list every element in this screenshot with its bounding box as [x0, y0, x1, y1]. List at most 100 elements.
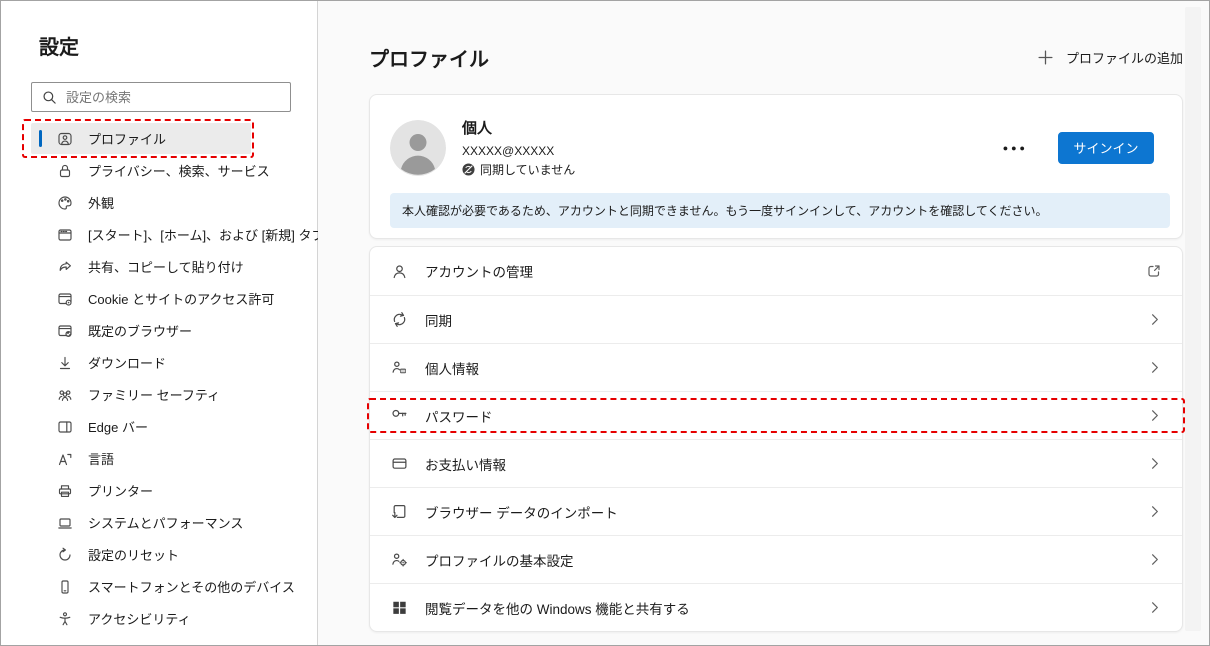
sidebar-item-label: 外観	[88, 193, 114, 212]
row-import-browser-data[interactable]: ブラウザー データのインポート	[370, 487, 1182, 535]
personal-info-icon	[391, 359, 408, 376]
sidebar-item-profiles[interactable]: プロファイル	[31, 123, 251, 154]
external-link-icon	[1146, 263, 1162, 279]
account-person-icon	[391, 263, 408, 280]
settings-title: 設定	[39, 31, 317, 60]
profile-name: 個人	[462, 117, 1001, 138]
scrollbar[interactable]	[1185, 7, 1201, 631]
password-key-icon	[391, 407, 408, 424]
sidebar-item-label: プライバシー、検索、サービス	[88, 161, 270, 180]
plus-icon	[1037, 49, 1054, 66]
sidebar-item-default-browser[interactable]: 既定のブラウザー	[31, 315, 251, 346]
cookies-site-permissions-icon	[57, 291, 73, 307]
row-manage-account[interactable]: アカウントの管理	[370, 247, 1182, 295]
payment-card-icon	[391, 455, 408, 472]
search-icon	[42, 90, 57, 105]
sync-notice-banner: 本人確認が必要であるため、アカウントと同期できません。もう一度サインインして、ア…	[390, 193, 1170, 228]
profile-icon	[57, 131, 73, 147]
sidebar-item-accessibility[interactable]: アクセシビリティ	[31, 603, 251, 634]
row-label: 個人情報	[425, 358, 479, 378]
sync-status-text: 同期していません	[480, 161, 575, 178]
row-personal-info[interactable]: 個人情報	[370, 343, 1182, 391]
sidebar-item-reset-settings[interactable]: 設定のリセット	[31, 539, 251, 570]
sidebar-item-label: 共有、コピーして貼り付け	[88, 257, 244, 276]
search-input[interactable]	[66, 90, 282, 105]
sidebar-item-printers[interactable]: プリンター	[31, 475, 251, 506]
row-label: ブラウザー データのインポート	[425, 502, 618, 522]
sidebar-item-label: プリンター	[88, 481, 153, 500]
privacy-lock-icon	[57, 163, 73, 179]
sidebar-item-label: Cookie とサイトのアクセス許可	[88, 289, 274, 308]
profile-card: 個人 XXXXX@XXXXX 同期していません ●●● サインイン 本人確認が必…	[369, 94, 1183, 239]
sidebar-item-label: ダウンロード	[88, 353, 166, 372]
profile-email: XXXXX@XXXXX	[462, 144, 1001, 158]
sidebar-item-phone-devices[interactable]: スマートフォンとその他のデバイス	[31, 571, 251, 602]
sidebar-item-start-home-tabs[interactable]: [スタート]、[ホーム]、および [新規] タブ	[31, 219, 251, 250]
profile-preferences-icon	[391, 551, 408, 568]
settings-nav: プロファイル プライバシー、検索、サービス 外観 [スタート]、[ホーム]、およ…	[1, 123, 317, 634]
sidebar-item-label: システムとパフォーマンス	[88, 513, 243, 532]
sidebar-item-label: アクセシビリティ	[88, 609, 191, 628]
edge-bar-icon	[57, 419, 73, 435]
sidebar-item-label: 言語	[88, 449, 114, 468]
reset-settings-icon	[57, 547, 73, 563]
add-profile-label: プロファイルの追加	[1066, 48, 1183, 67]
row-profile-preferences[interactable]: プロファイルの基本設定	[370, 535, 1182, 583]
chevron-right-icon	[1147, 600, 1162, 615]
system-performance-icon	[57, 515, 73, 531]
sidebar-item-edge-bar[interactable]: Edge バー	[31, 411, 251, 442]
sidebar-item-share-copy-paste[interactable]: 共有、コピーして貼り付け	[31, 251, 251, 282]
chevron-right-icon	[1147, 408, 1162, 423]
sidebar-item-label: ファミリー セーフティ	[88, 385, 220, 404]
download-icon	[57, 355, 73, 371]
share-copy-paste-icon	[57, 259, 73, 275]
profiles-panel: プロファイル プロファイルの追加 個人 XXXXX@XXXXX	[318, 1, 1209, 645]
sidebar-item-system-performance[interactable]: システムとパフォーマンス	[31, 507, 251, 538]
settings-sidebar: 設定 プロファイル プライバシー、検索、サービス	[1, 1, 318, 645]
row-label: パスワード	[425, 406, 493, 426]
windows-logo-icon	[391, 599, 408, 616]
printer-icon	[57, 483, 73, 499]
chevron-right-icon	[1147, 456, 1162, 471]
sync-icon	[391, 311, 408, 328]
row-label: お支払い情報	[425, 454, 506, 474]
family-safety-icon	[57, 387, 73, 403]
sidebar-item-family-safety[interactable]: ファミリー セーフティ	[31, 379, 251, 410]
chevron-right-icon	[1147, 552, 1162, 567]
profile-settings-list: アカウントの管理 同期 個人情報	[369, 246, 1183, 632]
sidebar-item-appearance[interactable]: 外観	[31, 187, 251, 218]
sidebar-item-cookies-permissions[interactable]: Cookie とサイトのアクセス許可	[31, 283, 251, 314]
sidebar-item-label: スマートフォンとその他のデバイス	[88, 577, 295, 596]
sidebar-item-label: [スタート]、[ホーム]、および [新規] タブ	[88, 225, 325, 244]
more-options-button[interactable]: ●●●	[1001, 137, 1030, 159]
row-label: 閲覧データを他の Windows 機能と共有する	[425, 598, 690, 618]
phone-devices-icon	[57, 579, 73, 595]
row-label: プロファイルの基本設定	[425, 550, 574, 570]
import-browser-data-icon	[391, 503, 408, 520]
sidebar-item-downloads[interactable]: ダウンロード	[31, 347, 251, 378]
page-title: プロファイル	[369, 43, 489, 72]
appearance-palette-icon	[57, 195, 73, 211]
row-passwords[interactable]: パスワード	[370, 391, 1182, 439]
row-sync[interactable]: 同期	[370, 295, 1182, 343]
sidebar-item-label: Edge バー	[88, 417, 148, 436]
default-browser-icon	[57, 323, 73, 339]
row-label: アカウントの管理	[425, 261, 533, 281]
avatar	[390, 120, 446, 176]
row-payment-info[interactable]: お支払い情報	[370, 439, 1182, 487]
sidebar-item-languages[interactable]: 言語	[31, 443, 251, 474]
sidebar-item-privacy[interactable]: プライバシー、検索、サービス	[31, 155, 251, 186]
languages-icon	[57, 451, 73, 467]
add-profile-button[interactable]: プロファイルの追加	[1037, 48, 1183, 67]
sign-in-button[interactable]: サインイン	[1058, 132, 1154, 164]
chevron-right-icon	[1147, 312, 1162, 327]
chevron-right-icon	[1147, 504, 1162, 519]
edge-settings-window: 設定 プロファイル プライバシー、検索、サービス	[0, 0, 1210, 646]
sidebar-item-label: 設定のリセット	[88, 545, 179, 564]
settings-search[interactable]	[31, 82, 291, 112]
sidebar-item-label: プロファイル	[88, 129, 166, 148]
chevron-right-icon	[1147, 360, 1162, 375]
start-home-tabs-icon	[57, 227, 73, 243]
row-share-browsing-data-windows[interactable]: 閲覧データを他の Windows 機能と共有する	[370, 583, 1182, 631]
accessibility-icon	[57, 611, 73, 627]
